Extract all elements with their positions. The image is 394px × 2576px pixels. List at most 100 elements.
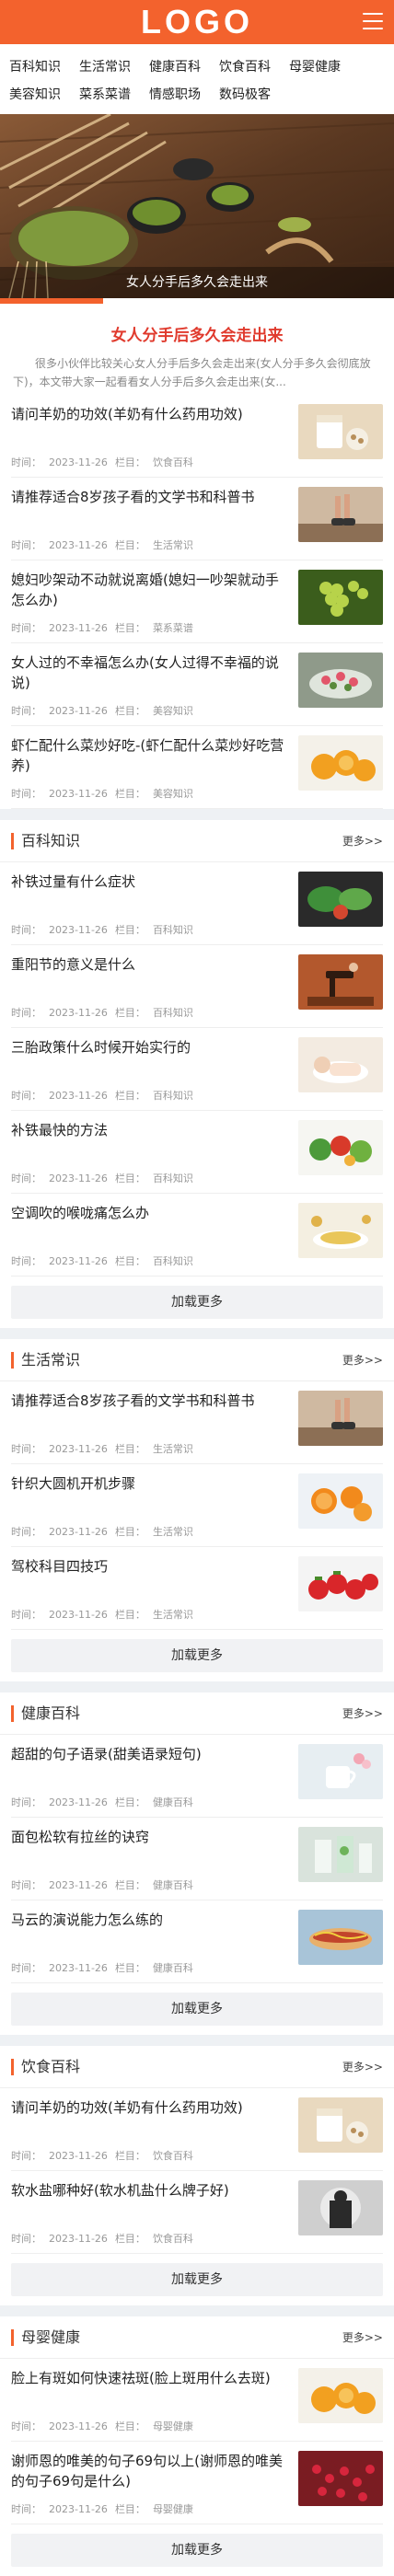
item-thumbnail[interactable] bbox=[298, 1556, 383, 1611]
item-meta: 时间： 2023-11-26 栏目： 美容知识 bbox=[11, 786, 291, 801]
item-title[interactable]: 谢师恩的唯美的句子69句以上(谢师恩的唯美的句子69句是什么) bbox=[11, 2451, 291, 2491]
item-title[interactable]: 请问羊奶的功效(羊奶有什么药用功效) bbox=[11, 2097, 291, 2118]
banner[interactable]: 女人分手后多久会走出来 bbox=[0, 114, 394, 298]
item-thumbnail[interactable] bbox=[298, 487, 383, 542]
featured-title[interactable]: 女人分手后多久会走出来 bbox=[13, 322, 381, 345]
list-item[interactable]: 马云的演说能力怎么练的 时间： 2023-11-26 栏目： 健康百科 bbox=[11, 1900, 383, 1983]
menu-icon[interactable] bbox=[363, 13, 383, 29]
item-thumbnail[interactable] bbox=[298, 570, 383, 625]
list-item[interactable]: 针织大圆机开机步骤 时间： 2023-11-26 栏目： 生活常识 bbox=[11, 1464, 383, 1547]
item-title[interactable]: 请问羊奶的功效(羊奶有什么药用功效) bbox=[11, 404, 291, 424]
category-sections: 百科知识 更多>> 补铁过量有什么症状 时间： 2023-11-26 栏目： 百科知识 重阳节… bbox=[0, 820, 394, 2576]
list-item[interactable]: 超甜的句子语录(甜美语录短句) 时间： 2023-11-26 栏目： 健康百科 bbox=[11, 1735, 383, 1818]
item-thumbnail[interactable] bbox=[298, 2097, 383, 2153]
item-column: 栏目： 健康百科 bbox=[115, 1796, 193, 1808]
list-item[interactable]: 请问羊奶的功效(羊奶有什么药用功效) 时间： 2023-11-26 栏目： 饮食百科 bbox=[11, 2088, 383, 2171]
section-title[interactable]: 饮食百科 bbox=[11, 2058, 80, 2075]
item-thumbnail[interactable] bbox=[298, 1120, 383, 1175]
item-title[interactable]: 补铁过量有什么症状 bbox=[11, 872, 291, 892]
nav-item[interactable]: 饮食百科 bbox=[219, 53, 289, 81]
nav-item[interactable]: 健康百科 bbox=[149, 53, 219, 81]
list-item[interactable]: 媳妇吵架动不动就说离婚(媳妇一吵架就动手 怎么办) 时间： 2023-11-26 栏目… bbox=[11, 560, 383, 643]
more-link[interactable]: 更多>> bbox=[342, 833, 383, 849]
featured-article[interactable]: 女人分手后多久会走出来 很多小伙伴比较关心女人分手后多久会走出来(女人分手多久会… bbox=[0, 304, 394, 395]
item-title[interactable]: 虾仁配什么菜炒好吃-(虾仁配什么菜炒好吃营养) bbox=[11, 735, 291, 776]
item-thumbnail[interactable] bbox=[298, 1744, 383, 1799]
item-title[interactable]: 女人过的不幸福怎么办(女人过得不幸福的说说) bbox=[11, 653, 291, 693]
item-thumbnail[interactable] bbox=[298, 2368, 383, 2423]
section-title[interactable]: 生活常识 bbox=[11, 1351, 80, 1369]
item-date: 时间： 2023-11-26 bbox=[11, 456, 108, 468]
section-title[interactable]: 母婴健康 bbox=[11, 2328, 80, 2346]
item-thumbnail[interactable] bbox=[298, 954, 383, 1010]
item-column: 栏目： 健康百科 bbox=[115, 1962, 193, 1974]
item-title[interactable]: 补铁最快的方法 bbox=[11, 1120, 291, 1140]
list-item[interactable]: 重阳节的意义是什么 时间： 2023-11-26 栏目： 百科知识 bbox=[11, 945, 383, 1028]
list-item[interactable]: 请问羊奶的功效(羊奶有什么药用功效) 时间： 2023-11-26 栏目： 饮食百科 bbox=[11, 395, 383, 478]
nav-item[interactable]: 美容知识 bbox=[9, 81, 79, 109]
list-item[interactable]: 补铁最快的方法 时间： 2023-11-26 栏目： 百科知识 bbox=[11, 1111, 383, 1194]
item-title[interactable]: 空调吹的喉咙痛怎么办 bbox=[11, 1203, 291, 1223]
list-item[interactable]: 三胎政策什么时候开始实行的 时间： 2023-11-26 栏目： 百科知识 bbox=[11, 1028, 383, 1111]
item-thumbnail[interactable] bbox=[298, 1391, 383, 1446]
list-item[interactable]: 虾仁配什么菜炒好吃-(虾仁配什么菜炒好吃营养) 时间： 2023-11-26 栏目： 美… bbox=[11, 726, 383, 809]
load-more-button[interactable]: 加载更多 bbox=[11, 1639, 383, 1672]
column-prefix: 栏目： bbox=[114, 705, 145, 717]
item-thumbnail[interactable] bbox=[298, 1910, 383, 1965]
item-thumbnail[interactable] bbox=[298, 735, 383, 791]
list-item[interactable]: 脸上有斑如何快速祛斑(脸上斑用什么去斑) 时间： 2023-11-26 栏目： 母婴健康 bbox=[11, 2359, 383, 2442]
list-item[interactable]: 请推荐适合8岁孩子看的文学书和科普书 时间： 2023-11-26 栏目： 生活常识 bbox=[11, 478, 383, 560]
item-title[interactable]: 针织大圆机开机步骤 bbox=[11, 1473, 291, 1494]
item-title[interactable]: 媳妇吵架动不动就说离婚(媳妇一吵架就动手 怎么办) bbox=[11, 570, 291, 610]
nav-item[interactable]: 情感职场 bbox=[149, 81, 219, 109]
item-thumbnail[interactable] bbox=[298, 653, 383, 708]
item-thumbnail[interactable] bbox=[298, 1203, 383, 1258]
load-more-button[interactable]: 加载更多 bbox=[11, 2534, 383, 2567]
load-more-button[interactable]: 加载更多 bbox=[11, 1993, 383, 2026]
item-title[interactable]: 请推荐适合8岁孩子看的文学书和科普书 bbox=[11, 1391, 291, 1411]
more-link[interactable]: 更多>> bbox=[342, 2329, 383, 2345]
more-link[interactable]: 更多>> bbox=[342, 1352, 383, 1368]
nav-item[interactable]: 百科知识 bbox=[9, 53, 79, 81]
nav-item[interactable]: 数码极客 bbox=[219, 81, 289, 109]
item-title[interactable]: 超甜的句子语录(甜美语录短句) bbox=[11, 1744, 291, 1764]
item-thumbnail[interactable] bbox=[298, 872, 383, 927]
item-thumbnail[interactable] bbox=[298, 404, 383, 459]
nav-item[interactable]: 菜系菜谱 bbox=[79, 81, 149, 109]
load-more-button[interactable]: 加载更多 bbox=[11, 1286, 383, 1319]
column-prefix: 栏目： bbox=[114, 1879, 145, 1891]
list-item[interactable]: 补铁过量有什么症状 时间： 2023-11-26 栏目： 百科知识 bbox=[11, 862, 383, 945]
date-value: 2023-11-26 bbox=[49, 2150, 108, 2162]
time-prefix: 时间： bbox=[11, 456, 41, 468]
load-more-button[interactable]: 加载更多 bbox=[11, 2263, 383, 2296]
item-thumbnail[interactable] bbox=[298, 1037, 383, 1092]
more-link[interactable]: 更多>> bbox=[342, 2059, 383, 2074]
nav-item[interactable]: 生活常识 bbox=[79, 53, 149, 81]
item-title[interactable]: 请推荐适合8岁孩子看的文学书和科普书 bbox=[11, 487, 291, 507]
item-thumbnail[interactable] bbox=[298, 2451, 383, 2506]
nav-item[interactable]: 母婴健康 bbox=[289, 53, 359, 81]
list-item[interactable]: 软水盐哪种好(软水机盐什么牌子好) 时间： 2023-11-26 栏目： 饮食百科 bbox=[11, 2171, 383, 2254]
item-title[interactable]: 重阳节的意义是什么 bbox=[11, 954, 291, 975]
item-thumbnail[interactable] bbox=[298, 1827, 383, 1882]
column-value: 健康百科 bbox=[152, 1962, 193, 1974]
site-logo[interactable]: LOGO bbox=[141, 3, 253, 41]
item-title[interactable]: 马云的演说能力怎么练的 bbox=[11, 1910, 291, 1930]
list-item[interactable]: 面包松软有拉丝的诀窍 时间： 2023-11-26 栏目： 健康百科 bbox=[11, 1818, 383, 1900]
time-prefix: 时间： bbox=[11, 2150, 41, 2162]
list-item[interactable]: 请推荐适合8岁孩子看的文学书和科普书 时间： 2023-11-26 栏目： 生活常识 bbox=[11, 1381, 383, 1464]
list-item[interactable]: 女人过的不幸福怎么办(女人过得不幸福的说说) 时间： 2023-11-26 栏目： 美容… bbox=[11, 643, 383, 726]
more-link[interactable]: 更多>> bbox=[342, 1705, 383, 1721]
item-title[interactable]: 面包松软有拉丝的诀窍 bbox=[11, 1827, 291, 1847]
section-title[interactable]: 百科知识 bbox=[11, 832, 80, 849]
item-title[interactable]: 脸上有斑如何快速祛斑(脸上斑用什么去斑) bbox=[11, 2368, 291, 2388]
item-column: 栏目： 健康百科 bbox=[115, 1879, 193, 1891]
list-item[interactable]: 空调吹的喉咙痛怎么办 时间： 2023-11-26 栏目： 百科知识 bbox=[11, 1194, 383, 1276]
item-thumbnail[interactable] bbox=[298, 2180, 383, 2235]
item-title[interactable]: 三胎政策什么时候开始实行的 bbox=[11, 1037, 291, 1057]
item-title[interactable]: 驾校科目四技巧 bbox=[11, 1556, 291, 1577]
item-thumbnail[interactable] bbox=[298, 1473, 383, 1529]
list-item[interactable]: 驾校科目四技巧 时间： 2023-11-26 栏目： 生活常识 bbox=[11, 1547, 383, 1630]
section-title[interactable]: 健康百科 bbox=[11, 1704, 80, 1722]
item-title[interactable]: 软水盐哪种好(软水机盐什么牌子好) bbox=[11, 2180, 291, 2201]
